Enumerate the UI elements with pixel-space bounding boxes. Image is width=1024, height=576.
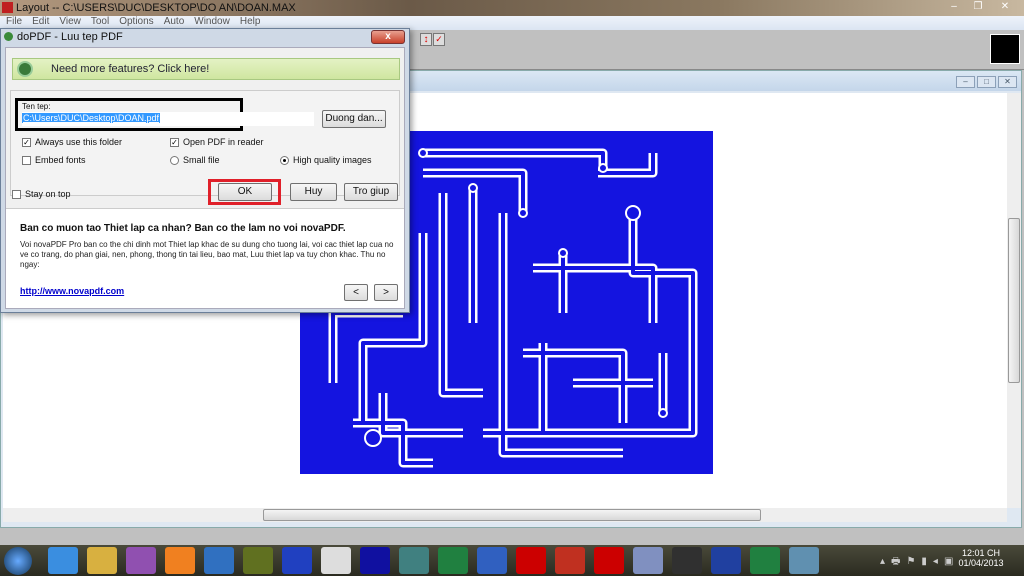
novapdf-link[interactable]: http://www.novapdf.com (20, 286, 124, 296)
menu-window[interactable]: Window (194, 16, 230, 27)
dialog-close-button[interactable]: x (371, 30, 405, 44)
open-pdf-checkbox[interactable]: ✓ (170, 138, 179, 147)
taskbar-app-0[interactable]: IE (48, 547, 78, 574)
doc-restore-button[interactable]: □ (977, 76, 996, 88)
promo-text: Voi novaPDF Pro ban co the chi dinh mot … (20, 240, 394, 269)
drc-icon[interactable]: ↕ (420, 33, 432, 46)
menu-edit[interactable]: Edit (32, 16, 49, 27)
promo-panel: Ban co muon tao Thiet lap ca nhan? Ban c… (6, 208, 404, 308)
stay-on-top-label: Stay on top (25, 189, 71, 199)
doc-minimize-button[interactable]: – (956, 76, 975, 88)
status-bar (0, 528, 1024, 545)
filename-input[interactable]: C:\Users\DUC\Desktop\DOAN.pdf (22, 112, 314, 126)
taskbar-app-9[interactable]: App (399, 547, 429, 574)
taskbar-app-10[interactable]: Layout (438, 547, 468, 574)
taskbar-app-2[interactable]: Chat (126, 547, 156, 574)
high-quality-radio[interactable] (280, 156, 289, 165)
close-button[interactable]: ✕ (990, 1, 1020, 14)
dialog-title: doPDF - Luu tep PDF (17, 31, 123, 43)
menu-tool[interactable]: Tool (91, 16, 109, 27)
upgrade-banner-text: Need more features? Click here! (51, 63, 210, 75)
clock-time: 12:01 CH (961, 548, 1001, 558)
taskbar-app-16[interactable]: Tool (672, 547, 702, 574)
help-button[interactable]: Tro giup (344, 183, 398, 201)
menu-view[interactable]: View (59, 16, 81, 27)
horizontal-scroll-thumb[interactable] (263, 509, 761, 521)
taskbar-app-5[interactable]: Chip (243, 547, 273, 574)
embed-fonts-checkbox[interactable] (22, 156, 31, 165)
vertical-scroll-thumb[interactable] (1008, 218, 1020, 383)
always-use-folder-label: Always use this folder (35, 137, 123, 147)
filename-label: Ten tep: (22, 102, 51, 111)
filename-value: C:\Users\DUC\Desktop\DOAN.pdf (22, 113, 161, 123)
horizontal-scrollbar[interactable] (3, 508, 1007, 522)
dialog-titlebar: doPDF - Luu tep PDF x (1, 29, 409, 45)
taskbar-app-3[interactable]: VLC (165, 547, 195, 574)
restore-button[interactable]: ❐ (966, 1, 990, 14)
dopdf-save-dialog: doPDF - Luu tep PDF x Need more features… (0, 28, 410, 313)
doc-close-button[interactable]: ✕ (998, 76, 1017, 88)
next-button[interactable]: > (374, 284, 398, 301)
spellcheck-icon[interactable]: ✓ (433, 33, 445, 46)
taskbar-app-17[interactable]: HDL A (711, 547, 741, 574)
taskbar-app-19[interactable]: Paint (789, 547, 819, 574)
embed-fonts-label: Embed fonts (35, 155, 86, 165)
clock-date: 01/04/2013 (958, 558, 1004, 568)
high-quality-label: High quality images (293, 155, 372, 165)
app-title: Layout -- C:\USERS\DUC\DESKTOP\DO AN\DOA… (16, 2, 296, 14)
ok-button[interactable]: OK (218, 183, 272, 201)
taskbar-app-8[interactable]: ISIS (360, 547, 390, 574)
menu-auto[interactable]: Auto (164, 16, 185, 27)
upgrade-banner[interactable]: Need more features? Click here! (12, 58, 400, 80)
open-pdf-label: Open PDF in reader (183, 137, 264, 147)
taskbar-app-13[interactable]: CCleaner (555, 547, 585, 574)
app-icon (2, 2, 13, 13)
dopdf-logo-icon (17, 61, 33, 77)
color-swatch[interactable] (990, 34, 1020, 64)
stay-on-top-checkbox[interactable] (12, 190, 21, 199)
taskbar-app-11[interactable]: Word (477, 547, 507, 574)
small-file-radio[interactable] (170, 156, 179, 165)
tray-icons[interactable]: ▴🖶⚑▮◂▣ (880, 554, 959, 571)
taskbar-app-14[interactable]: ARES (594, 547, 624, 574)
menu-file[interactable]: File (6, 16, 22, 27)
clock[interactable]: 12:01 CH 01/04/2013 (958, 548, 1004, 568)
taskbar-app-12[interactable]: CV AVR (516, 547, 546, 574)
app-titlebar: Layout -- C:\USERS\DUC\DESKTOP\DO AN\DOA… (0, 0, 1024, 16)
taskbar-app-1[interactable]: Files (87, 547, 117, 574)
menu-help[interactable]: Help (240, 16, 261, 27)
prev-button[interactable]: < (344, 284, 368, 301)
taskbar-app-15[interactable]: Calc (633, 547, 663, 574)
vertical-scrollbar[interactable] (1007, 93, 1021, 508)
taskbar-app-6[interactable]: V4 (282, 547, 312, 574)
promo-title: Ban co muon tao Thiet lap ca nhan? Ban c… (20, 223, 346, 234)
always-use-folder-checkbox[interactable]: ✓ (22, 138, 31, 147)
taskbar-app-7[interactable]: Chrome (321, 547, 351, 574)
dialog-body: Need more features? Click here! Ten tep:… (5, 47, 405, 309)
menu-options[interactable]: Options (119, 16, 153, 27)
minimize-button[interactable]: – (942, 1, 966, 14)
start-button[interactable] (4, 547, 32, 575)
taskbar: IE Files Chat VLC Paint Chip V4 Chrome ISIS App La… (0, 545, 1024, 576)
taskbar-app-18[interactable]: Layout (750, 547, 780, 574)
browse-button[interactable]: Duong dan... (322, 110, 386, 128)
taskbar-app-4[interactable]: Paint (204, 547, 234, 574)
small-file-label: Small file (183, 155, 220, 165)
cancel-button[interactable]: Huy (290, 183, 337, 201)
dopdf-icon (4, 32, 13, 41)
